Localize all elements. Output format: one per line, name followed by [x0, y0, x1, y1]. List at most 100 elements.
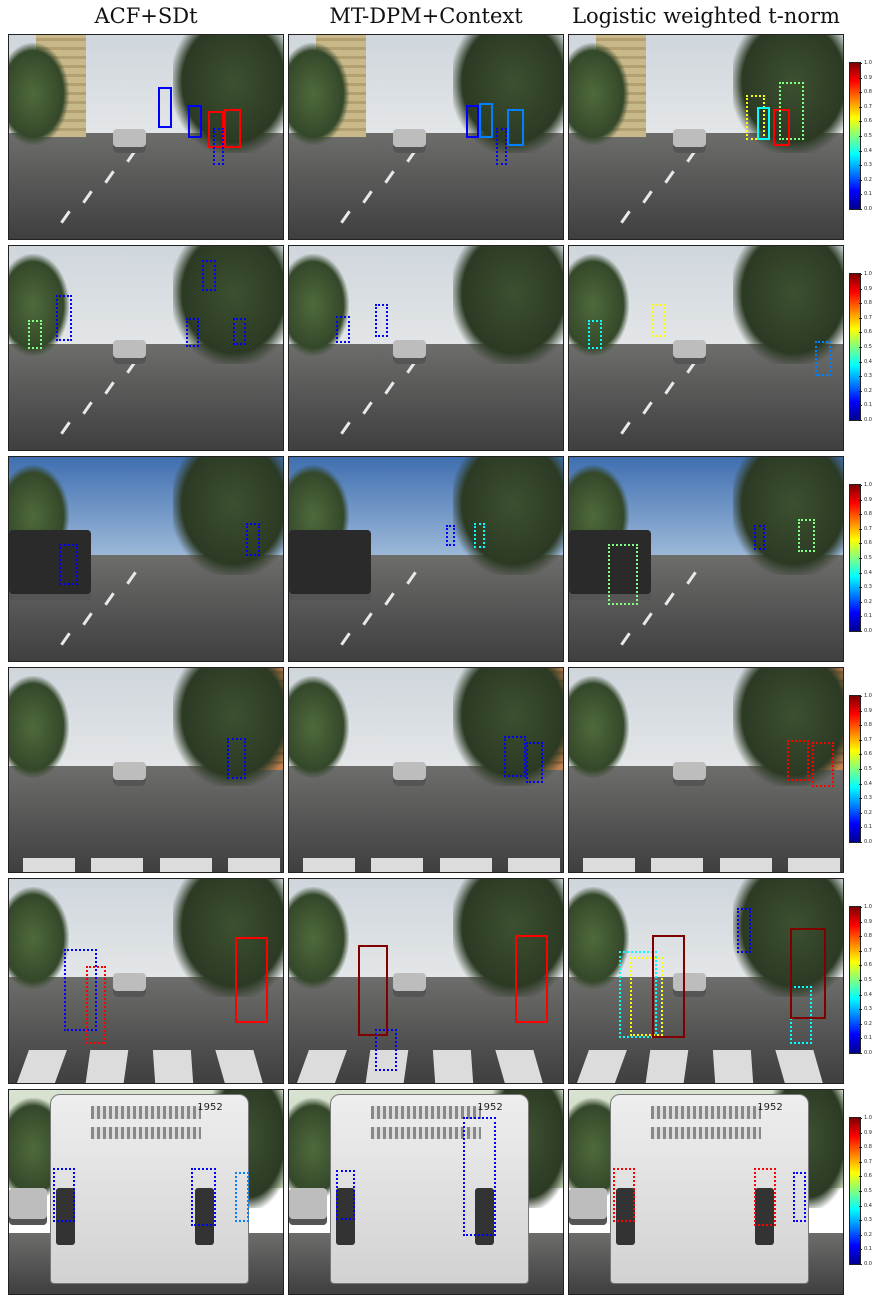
colorbar-tick-mark [859, 1205, 862, 1207]
colorbar-tick-mark [859, 405, 862, 407]
colorbar-tick-label: 0.6 [864, 329, 872, 336]
crosswalk-stripe [91, 857, 144, 872]
result-image [288, 456, 564, 662]
detection-box [787, 740, 810, 782]
detection-box [188, 105, 203, 138]
colorbar-tick-label: 1.0 [864, 60, 872, 66]
colorbar-tick-mark [859, 136, 862, 137]
colorbar-tick-label: 0.8 [864, 722, 872, 729]
detection-box [756, 107, 771, 141]
column-header-acf: ACF+SDt [94, 4, 198, 28]
colorbar-tick-label: 0.5 [864, 1188, 872, 1194]
vehicle [393, 128, 426, 154]
vehicle [673, 128, 706, 154]
colorbar-tick-label: 0.0 [864, 1261, 872, 1267]
colorbar-tick-label: 0.5 [864, 977, 872, 983]
colorbar-tick-label: 0.9 [864, 496, 872, 503]
vehicle [393, 339, 426, 365]
colorbar-tick-label: 0.6 [864, 540, 872, 547]
vehicle [113, 339, 146, 365]
detection-box [588, 320, 603, 349]
colorbar-tick-mark [859, 485, 862, 486]
colorbar-tick-mark [859, 601, 862, 603]
score-colorbar: 1.0 0.9 0.8 0.7 0.6 0.5 0.4 0.3 0.2 0.1 0.0 [849, 1116, 872, 1267]
colorbar-tick-label: 0.3 [864, 1217, 872, 1224]
colorbar-tick-mark [859, 165, 862, 167]
tree-left [289, 43, 350, 146]
colorbar-tick-label: 0.6 [864, 1173, 872, 1180]
colorbar-tick-label: 0.3 [864, 795, 872, 802]
detection-box [789, 928, 826, 1020]
column-header-mtdpm: MT-DPM+Context [329, 4, 523, 28]
colorbar-tick-label: 0.7 [864, 736, 872, 743]
crosswalk-stripe [646, 1050, 690, 1083]
detection-box [473, 522, 485, 548]
colorbar-tick-mark [859, 106, 862, 108]
colorbar-tick-mark [859, 77, 862, 79]
crosswalk-stripe [86, 1050, 130, 1083]
detection-box [526, 742, 543, 784]
score-colorbar: 1.0 0.9 0.8 0.7 0.6 0.5 0.4 0.3 0.2 0.1 0.0 [849, 905, 872, 1056]
colorbar-tick-label: 0.4 [864, 358, 872, 365]
detection-box [185, 318, 200, 347]
colorbar-tick-label: 0.9 [864, 918, 872, 925]
colorbar-tick-mark [859, 710, 862, 712]
suv [289, 530, 372, 600]
tree-left [9, 676, 70, 779]
score-colorbar: 1.0 0.9 0.8 0.7 0.6 0.5 0.4 0.3 0.2 0.1 0.0 [849, 694, 872, 845]
detection-box [202, 260, 216, 292]
tree-left [289, 887, 350, 990]
bus-vent [651, 1106, 761, 1119]
colorbar-tick-mark [859, 376, 862, 378]
tree-left [289, 676, 350, 779]
colorbar-tick-label: 1.0 [864, 271, 872, 277]
detection-box [86, 965, 106, 1044]
crosswalk-stripe [22, 857, 75, 872]
colorbar-tick-mark [859, 1147, 862, 1149]
detection-box [792, 1172, 807, 1222]
colorbar-tick-label: 0.7 [864, 525, 872, 532]
result-image [8, 456, 284, 662]
colorbar-tick-mark [859, 121, 862, 123]
score-colorbar: 1.0 0.9 0.8 0.7 0.6 0.5 0.4 0.3 0.2 0.1 0.0 [849, 272, 872, 423]
detection-box [814, 340, 832, 376]
colorbar-tick-label: 0.6 [864, 751, 872, 758]
colorbar-tick-label: 0.4 [864, 147, 872, 154]
crosswalk-stripe [439, 857, 492, 872]
crosswalk-stripe [228, 857, 281, 872]
colorbar-tick-mark [859, 921, 862, 923]
bus-body [610, 1094, 810, 1284]
detection-box [58, 543, 78, 585]
colorbar-tick-mark [859, 514, 862, 516]
colorbar-tick-label: 0.5 [864, 133, 872, 139]
colorbar-tick-label: 0.7 [864, 314, 872, 321]
bus-number: 1952 [197, 1102, 223, 1114]
colorbar-tick-label: 0.5 [864, 766, 872, 772]
colorbar-tick-label: 0.5 [864, 555, 872, 561]
colorbar-tick-mark [859, 332, 862, 334]
colorbar-tick-mark [859, 274, 862, 275]
detection-box [446, 524, 455, 546]
colorbar-tick-mark [859, 754, 862, 756]
colorbar-tick-mark [859, 631, 862, 632]
result-image [8, 667, 284, 873]
detection-box [737, 907, 752, 954]
colorbar-tick-mark [859, 616, 862, 618]
tree-right [173, 457, 283, 576]
colorbar-tick-label: 0.1 [864, 1035, 872, 1042]
colorbar-tick-mark [859, 1132, 862, 1134]
colorbar-tick-mark [859, 209, 862, 210]
bus-number: 1952 [477, 1102, 503, 1114]
detection-box [798, 518, 815, 552]
colorbar-tick-mark [859, 950, 862, 952]
colorbar-tick-mark [859, 907, 862, 908]
colorbar-tick-label: 0.0 [864, 417, 872, 423]
colorbar-tick-label: 1.0 [864, 482, 872, 488]
colorbar-tick-label: 0.3 [864, 373, 872, 380]
colorbar-tick-label: 0.2 [864, 387, 872, 394]
colorbar-tick-label: 0.7 [864, 947, 872, 954]
result-image [8, 878, 284, 1084]
detection-box [753, 524, 765, 550]
crosswalk-stripe [433, 1050, 474, 1083]
suv [9, 530, 92, 600]
